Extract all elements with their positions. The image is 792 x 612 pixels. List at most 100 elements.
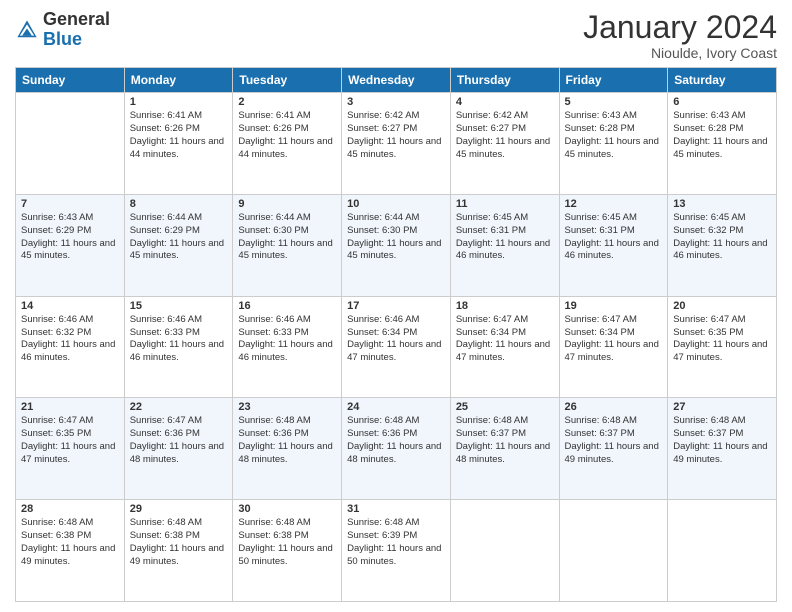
- cell-info-line: Sunset: 6:26 PM: [130, 123, 228, 136]
- calendar-cell: 11 Sunrise: 6:45 AMSunset: 6:31 PMDayligh…: [450, 194, 559, 296]
- cell-info-line: Daylight: 11 hours and 46 minutes.: [21, 339, 119, 365]
- cell-info-line: Sunrise: 6:44 AM: [238, 212, 336, 225]
- logo-icon: [15, 18, 39, 42]
- cell-info-line: Sunset: 6:30 PM: [238, 225, 336, 238]
- cell-date: 9: [238, 198, 336, 210]
- cell-info-line: Sunset: 6:34 PM: [456, 327, 554, 340]
- cell-info-line: Daylight: 11 hours and 48 minutes.: [347, 441, 445, 467]
- calendar-cell: 9 Sunrise: 6:44 AMSunset: 6:30 PMDaylight…: [233, 194, 342, 296]
- cell-info-line: Sunset: 6:38 PM: [238, 530, 336, 543]
- calendar-cell: 26Sunrise: 6:48 AMSunset: 6:37 PMDayligh…: [559, 398, 668, 500]
- cell-info-line: Sunrise: 6:48 AM: [238, 415, 336, 428]
- cell-info-line: Sunset: 6:38 PM: [21, 530, 119, 543]
- cell-date: 17: [347, 300, 445, 312]
- cell-info-line: Sunrise: 6:47 AM: [456, 314, 554, 327]
- cell-info-line: Sunrise: 6:47 AM: [565, 314, 663, 327]
- calendar-cell: 29Sunrise: 6:48 AMSunset: 6:38 PMDayligh…: [124, 500, 233, 602]
- cell-info: Sunrise: 6:45 AMSunset: 6:31 PMDaylight:…: [456, 212, 554, 263]
- cell-info-line: Daylight: 11 hours and 49 minutes.: [130, 543, 228, 569]
- cell-info: Sunrise: 6:47 AMSunset: 6:35 PMDaylight:…: [673, 314, 771, 365]
- cell-info: Sunrise: 6:45 AMSunset: 6:32 PMDaylight:…: [673, 212, 771, 263]
- cell-info: Sunrise: 6:48 AMSunset: 6:39 PMDaylight:…: [347, 517, 445, 568]
- week-row-2: 7Sunrise: 6:43 AMSunset: 6:29 PMDaylight…: [16, 194, 777, 296]
- cell-info-line: Sunset: 6:27 PM: [456, 123, 554, 136]
- calendar-cell: 1 Sunrise: 6:41 AMSunset: 6:26 PMDaylight…: [124, 93, 233, 195]
- calendar-cell: 23Sunrise: 6:48 AMSunset: 6:36 PMDayligh…: [233, 398, 342, 500]
- calendar-cell: 28Sunrise: 6:48 AMSunset: 6:38 PMDayligh…: [16, 500, 125, 602]
- cell-date: 5: [565, 96, 663, 108]
- cell-info-line: Sunrise: 6:45 AM: [673, 212, 771, 225]
- calendar-cell: 2Sunrise: 6:41 AMSunset: 6:26 PMDaylight…: [233, 93, 342, 195]
- cell-info-line: Daylight: 11 hours and 48 minutes.: [130, 441, 228, 467]
- cell-info-line: Sunset: 6:33 PM: [130, 327, 228, 340]
- cell-info: Sunrise: 6:43 AMSunset: 6:29 PMDaylight:…: [21, 212, 119, 263]
- cell-info-line: Sunset: 6:32 PM: [673, 225, 771, 238]
- location: Nioulde, Ivory Coast: [583, 45, 777, 61]
- calendar-header-row: SundayMondayTuesdayWednesdayThursdayFrid…: [16, 68, 777, 93]
- calendar-cell: 5Sunrise: 6:43 AMSunset: 6:28 PMDaylight…: [559, 93, 668, 195]
- day-header-monday: Monday: [124, 68, 233, 93]
- cell-info-line: Daylight: 11 hours and 47 minutes.: [565, 339, 663, 365]
- cell-info-line: Daylight: 11 hours and 45 minutes.: [347, 238, 445, 264]
- week-row-4: 21Sunrise: 6:47 AMSunset: 6:35 PMDayligh…: [16, 398, 777, 500]
- cell-info-line: Daylight: 11 hours and 44 minutes.: [130, 136, 228, 162]
- cell-info-line: Daylight: 11 hours and 45 minutes.: [565, 136, 663, 162]
- cell-date: 14: [21, 300, 119, 312]
- cell-info-line: Daylight: 11 hours and 47 minutes.: [347, 339, 445, 365]
- cell-info-line: Sunset: 6:33 PM: [238, 327, 336, 340]
- cell-info-line: Sunrise: 6:48 AM: [347, 517, 445, 530]
- cell-info: Sunrise: 6:48 AMSunset: 6:37 PMDaylight:…: [456, 415, 554, 466]
- cell-info-line: Daylight: 11 hours and 47 minutes.: [456, 339, 554, 365]
- cell-info: Sunrise: 6:42 AMSunset: 6:27 PMDaylight:…: [347, 110, 445, 161]
- cell-info: Sunrise: 6:46 AMSunset: 6:32 PMDaylight:…: [21, 314, 119, 365]
- cell-info-line: Daylight: 11 hours and 46 minutes.: [130, 339, 228, 365]
- calendar-cell: 31 Sunrise: 6:48 AMSunset: 6:39 PMDayligh…: [342, 500, 451, 602]
- cell-info-line: Sunset: 6:36 PM: [238, 428, 336, 441]
- cell-info-line: Daylight: 11 hours and 46 minutes.: [565, 238, 663, 264]
- calendar-cell: 14 Sunrise: 6:46 AMSunset: 6:32 PMDayligh…: [16, 296, 125, 398]
- cell-date: 19: [565, 300, 663, 312]
- cell-info-line: Sunrise: 6:48 AM: [130, 517, 228, 530]
- calendar-cell: 19 Sunrise: 6:47 AMSunset: 6:34 PMDayligh…: [559, 296, 668, 398]
- cell-info-line: Sunrise: 6:43 AM: [565, 110, 663, 123]
- cell-info-line: Sunset: 6:35 PM: [21, 428, 119, 441]
- cell-info-line: Sunrise: 6:46 AM: [347, 314, 445, 327]
- cell-info-line: Daylight: 11 hours and 47 minutes.: [21, 441, 119, 467]
- cell-info-line: Sunrise: 6:45 AM: [456, 212, 554, 225]
- cell-info: Sunrise: 6:48 AMSunset: 6:36 PMDaylight:…: [347, 415, 445, 466]
- cell-info-line: Sunset: 6:35 PM: [673, 327, 771, 340]
- cell-info-line: Daylight: 11 hours and 47 minutes.: [673, 339, 771, 365]
- calendar-cell: 12Sunrise: 6:45 AMSunset: 6:31 PMDayligh…: [559, 194, 668, 296]
- cell-info-line: Daylight: 11 hours and 46 minutes.: [673, 238, 771, 264]
- cell-info-line: Sunset: 6:31 PM: [456, 225, 554, 238]
- calendar-cell: 4Sunrise: 6:42 AMSunset: 6:27 PMDaylight…: [450, 93, 559, 195]
- logo: General Blue: [15, 10, 110, 50]
- cell-info-line: Sunset: 6:37 PM: [565, 428, 663, 441]
- cell-date: 10: [347, 198, 445, 210]
- week-row-3: 14 Sunrise: 6:46 AMSunset: 6:32 PMDayligh…: [16, 296, 777, 398]
- cell-info-line: Sunset: 6:34 PM: [347, 327, 445, 340]
- cell-info-line: Sunrise: 6:47 AM: [130, 415, 228, 428]
- calendar-cell: 10Sunrise: 6:44 AMSunset: 6:30 PMDayligh…: [342, 194, 451, 296]
- cell-date: 13: [673, 198, 771, 210]
- cell-info-line: Sunrise: 6:43 AM: [21, 212, 119, 225]
- cell-date: 12: [565, 198, 663, 210]
- cell-info: Sunrise: 6:48 AMSunset: 6:38 PMDaylight:…: [130, 517, 228, 568]
- cell-info: Sunrise: 6:43 AMSunset: 6:28 PMDaylight:…: [673, 110, 771, 161]
- cell-date: 24: [347, 401, 445, 413]
- cell-info: Sunrise: 6:46 AMSunset: 6:33 PMDaylight:…: [130, 314, 228, 365]
- calendar-cell: 17 Sunrise: 6:46 AMSunset: 6:34 PMDayligh…: [342, 296, 451, 398]
- cell-info-line: Sunset: 6:39 PM: [347, 530, 445, 543]
- cell-date: 11: [456, 198, 554, 210]
- cell-info: Sunrise: 6:41 AMSunset: 6:26 PMDaylight:…: [130, 110, 228, 161]
- cell-info: Sunrise: 6:47 AMSunset: 6:34 PMDaylight:…: [456, 314, 554, 365]
- logo-general-text: General: [43, 9, 110, 29]
- cell-info: Sunrise: 6:41 AMSunset: 6:26 PMDaylight:…: [238, 110, 336, 161]
- cell-date: 31: [347, 503, 445, 515]
- cell-info-line: Sunset: 6:31 PM: [565, 225, 663, 238]
- cell-info: Sunrise: 6:47 AMSunset: 6:34 PMDaylight:…: [565, 314, 663, 365]
- calendar-cell: [16, 93, 125, 195]
- cell-date: 22: [130, 401, 228, 413]
- cell-date: 1: [130, 96, 228, 108]
- cell-info: Sunrise: 6:44 AMSunset: 6:30 PMDaylight:…: [238, 212, 336, 263]
